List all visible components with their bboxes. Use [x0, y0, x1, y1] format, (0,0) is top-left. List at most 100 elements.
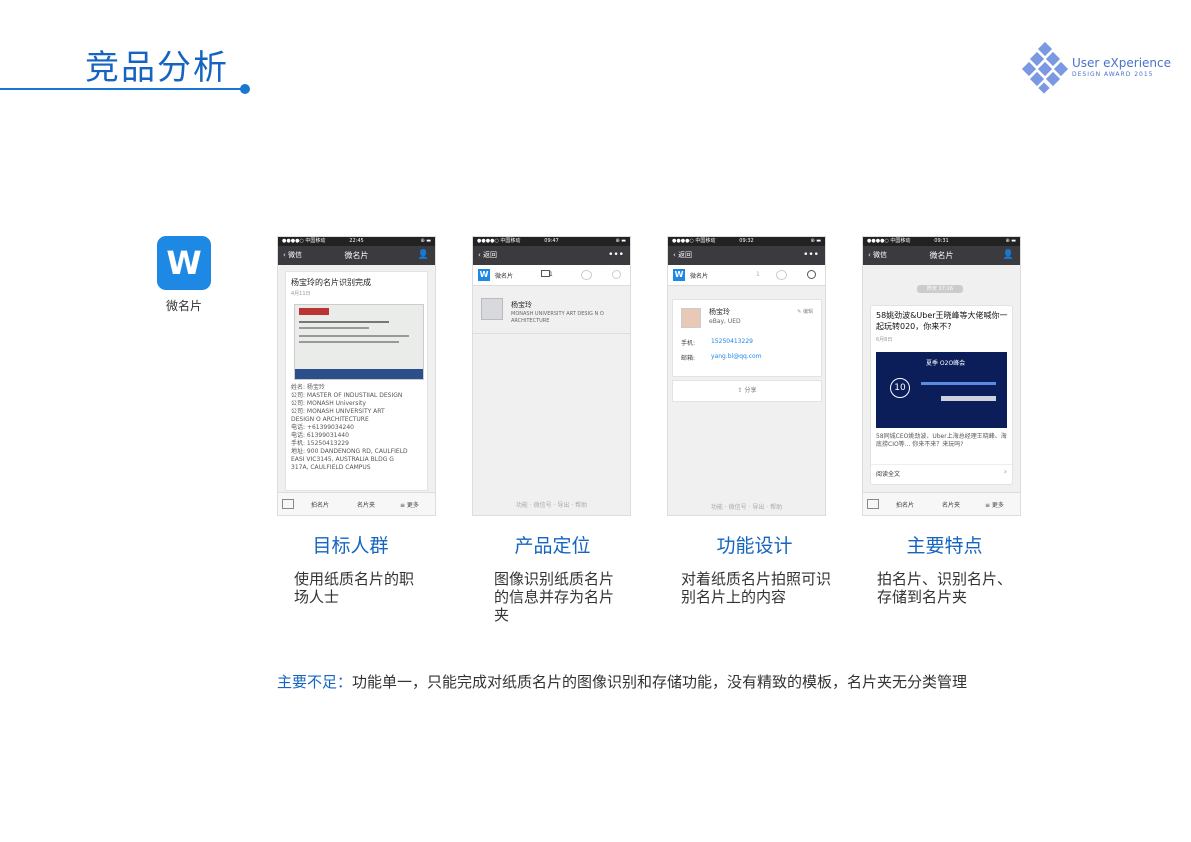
card-text-line: [299, 335, 409, 337]
ux-award-subtitle: DESIGN AWARD 2015: [1072, 71, 1154, 78]
keyboard-icon[interactable]: [867, 499, 879, 509]
field-line: 公司: MASTER OF INDUSTIIAL DESIGN: [291, 392, 403, 399]
field-line: 317A, CAULFIELD CAMPUS: [291, 464, 371, 471]
nav-bar: 微名片 ‹ 微信 👤: [863, 246, 1020, 265]
card-count-icon: [541, 270, 550, 277]
field-line: 电话: +61399034240: [291, 424, 354, 431]
card-text-line: [299, 341, 399, 343]
tab-bar: 拍名片 名片夹 ≡ 更多: [863, 492, 1020, 515]
keyboard-icon[interactable]: [282, 499, 294, 509]
article-title: 58姚劲波&Uber王晓峰等大佬喊你一起玩转020，你来不?: [876, 311, 1008, 331]
section-title-feature-design: 功能设计: [716, 535, 793, 557]
ux-award-title: User eXperience: [1072, 56, 1172, 70]
read-more-link[interactable]: 阅读全文: [876, 469, 900, 478]
message-timestamp: 昨天 17:16: [917, 285, 963, 293]
tab-card-folder[interactable]: 名片夹: [942, 500, 960, 509]
phone-number-link[interactable]: 15250413229: [711, 338, 753, 345]
article-card[interactable]: 58姚劲波&Uber王晓峰等大佬喊你一起玩转020，你来不? 6月8日 夏季 O…: [870, 305, 1013, 485]
card-text-line: [299, 327, 369, 329]
contact-org: MONASH UNIVERSITY ART DESIG N O ARCHITEC…: [511, 311, 604, 324]
battery-icon: ⊕ ▬: [810, 238, 821, 244]
status-bar: ●●●●○ 中国移动 22:45 ⊕ ▬: [278, 237, 435, 246]
section-title-key-features: 主要特点: [906, 535, 983, 557]
section-title-positioning: 产品定位: [514, 535, 591, 557]
phone-screenshot-2: ●●●●○ 中国移动 09:47 ⊕ ▬ ‹ 返回 ••• W 微名片 1 杨宝…: [472, 236, 631, 516]
email-link[interactable]: yang.bl@qq.com: [711, 353, 762, 360]
footer-links[interactable]: 功能 · 微信号 · 导出 · 帮助: [668, 502, 825, 511]
section-desc-key-features: 拍名片、识别名片、存储到名片夹: [877, 570, 1013, 606]
article-banner: 夏季 O2O峰会 10: [876, 352, 1007, 428]
phone-screenshot-1: ●●●●○ 中国移动 22:45 ⊕ ▬ 微名片 ‹ 微信 👤 杨宝玲的名片识别…: [277, 236, 436, 516]
field-line: DESIGN O ARCHITECTURE: [291, 416, 369, 423]
card-date: 4月11日: [291, 291, 311, 297]
phone-screenshot-4: ●●●●○ 中国移动 09:31 ⊕ ▬ 微名片 ‹ 微信 👤 昨天 17:16…: [862, 236, 1021, 516]
email-label: 邮箱:: [681, 355, 696, 362]
back-button[interactable]: ‹ 返回: [673, 246, 692, 265]
monash-logo-strip: [299, 308, 329, 315]
shortcomings-note: 主要不足：功能单一，只能完成对纸质名片的图像识别和存储功能，没有精致的模板，名片…: [277, 671, 967, 692]
user-icon[interactable]: [612, 270, 621, 279]
status-bar: ●●●●○ 中国移动 09:31 ⊕ ▬: [863, 237, 1020, 246]
nav-bar: ‹ 返回 •••: [473, 246, 630, 265]
share-button[interactable]: ⇪ 分享: [672, 380, 822, 402]
more-icon[interactable]: •••: [803, 246, 819, 265]
shortcomings-text: 功能单一，只能完成对纸质名片的图像识别和存储功能，没有精致的模板，名片夹无分类管…: [352, 673, 968, 691]
contact-thumbnail: [481, 298, 503, 320]
banner-line: [941, 396, 996, 401]
back-button[interactable]: ‹ 返回: [478, 246, 497, 265]
tab-card-folder[interactable]: 名片夹: [357, 500, 375, 509]
field-line: 电话: 61399031440: [291, 432, 349, 439]
contact-avatar: [681, 308, 701, 328]
account-name: 微名片: [495, 273, 514, 280]
profile-icon[interactable]: 👤: [418, 246, 429, 265]
more-icon[interactable]: •••: [608, 246, 624, 265]
tab-more[interactable]: ≡ 更多: [400, 500, 419, 509]
app-icon-small: W: [478, 269, 490, 281]
phone-label: 手机:: [681, 340, 696, 347]
field-line: 手机: 15250413229: [291, 440, 349, 447]
contact-row[interactable]: 杨宝玲 MONASH UNIVERSITY ART DESIG N O ARCH…: [473, 286, 630, 334]
app-label: 微名片: [165, 299, 202, 313]
clock: 09:47: [544, 238, 559, 244]
phone-screenshot-3: ●●●●○ 中国移动 09:32 ⊕ ▬ ‹ 返回 ••• W 微名片 1 杨宝…: [667, 236, 826, 516]
divider: [871, 464, 1012, 465]
title-underline-dot: [240, 84, 250, 94]
section-desc-target-users: 使用纸质名片的职场人士: [294, 570, 415, 606]
tab-bar: 拍名片 名片夹 ≡ 更多: [278, 492, 435, 515]
clock: 22:45: [349, 238, 364, 244]
card-title: 杨宝玲的名片识别完成: [291, 278, 371, 287]
contacts-icon[interactable]: [776, 270, 787, 280]
status-bar: ●●●●○ 中国移动 09:47 ⊕ ▬: [473, 237, 630, 246]
back-button[interactable]: ‹ 微信: [868, 246, 887, 265]
contact-name: 杨宝玲: [511, 301, 532, 309]
card-count[interactable]: 1: [756, 271, 760, 278]
contact-detail-card: 杨宝玲 eBay, UED ✎ 编辑 手机: 15250413229 邮箱: y…: [672, 299, 822, 377]
banner-number: 10: [890, 378, 910, 398]
tab-take-card[interactable]: 拍名片: [896, 500, 914, 509]
profile-icon[interactable]: 👤: [1003, 246, 1014, 265]
section-title-target-users: 目标人群: [312, 535, 389, 557]
business-card-photo: [294, 304, 424, 380]
status-bar: ●●●●○ 中国移动 09:32 ⊕ ▬: [668, 237, 825, 246]
tab-take-card[interactable]: 拍名片: [311, 500, 329, 509]
battery-icon: ⊕ ▬: [615, 238, 626, 244]
footer-links[interactable]: 功能 · 微信号 · 导出 · 帮助: [473, 500, 630, 509]
account-header: W 微名片 1: [668, 265, 825, 286]
clock: 09:31: [934, 238, 949, 244]
back-button[interactable]: ‹ 微信: [283, 246, 302, 265]
user-icon[interactable]: [807, 270, 816, 279]
chevron-right-icon: ›: [1003, 467, 1007, 476]
app-icon[interactable]: W: [157, 236, 211, 290]
edit-button[interactable]: ✎ 编辑: [797, 308, 813, 315]
banner-text: 夏季 O2O峰会: [926, 360, 966, 367]
app-icon-small: W: [673, 269, 685, 281]
section-desc-positioning: 图像识别纸质名片的信息并存为名片夹: [494, 570, 615, 624]
tab-more[interactable]: ≡ 更多: [985, 500, 1004, 509]
contact-org: eBay, UED: [709, 318, 741, 325]
field-line: 姓名: 杨宝玲: [291, 384, 325, 391]
contacts-icon[interactable]: [581, 270, 592, 280]
recognition-card[interactable]: 杨宝玲的名片识别完成 4月11日 姓名: 杨宝玲 公司: MASTER OF I…: [285, 271, 428, 491]
card-footer-strip: [295, 369, 423, 379]
page-title: 竞品分析: [85, 48, 229, 88]
card-text-line: [299, 321, 389, 323]
